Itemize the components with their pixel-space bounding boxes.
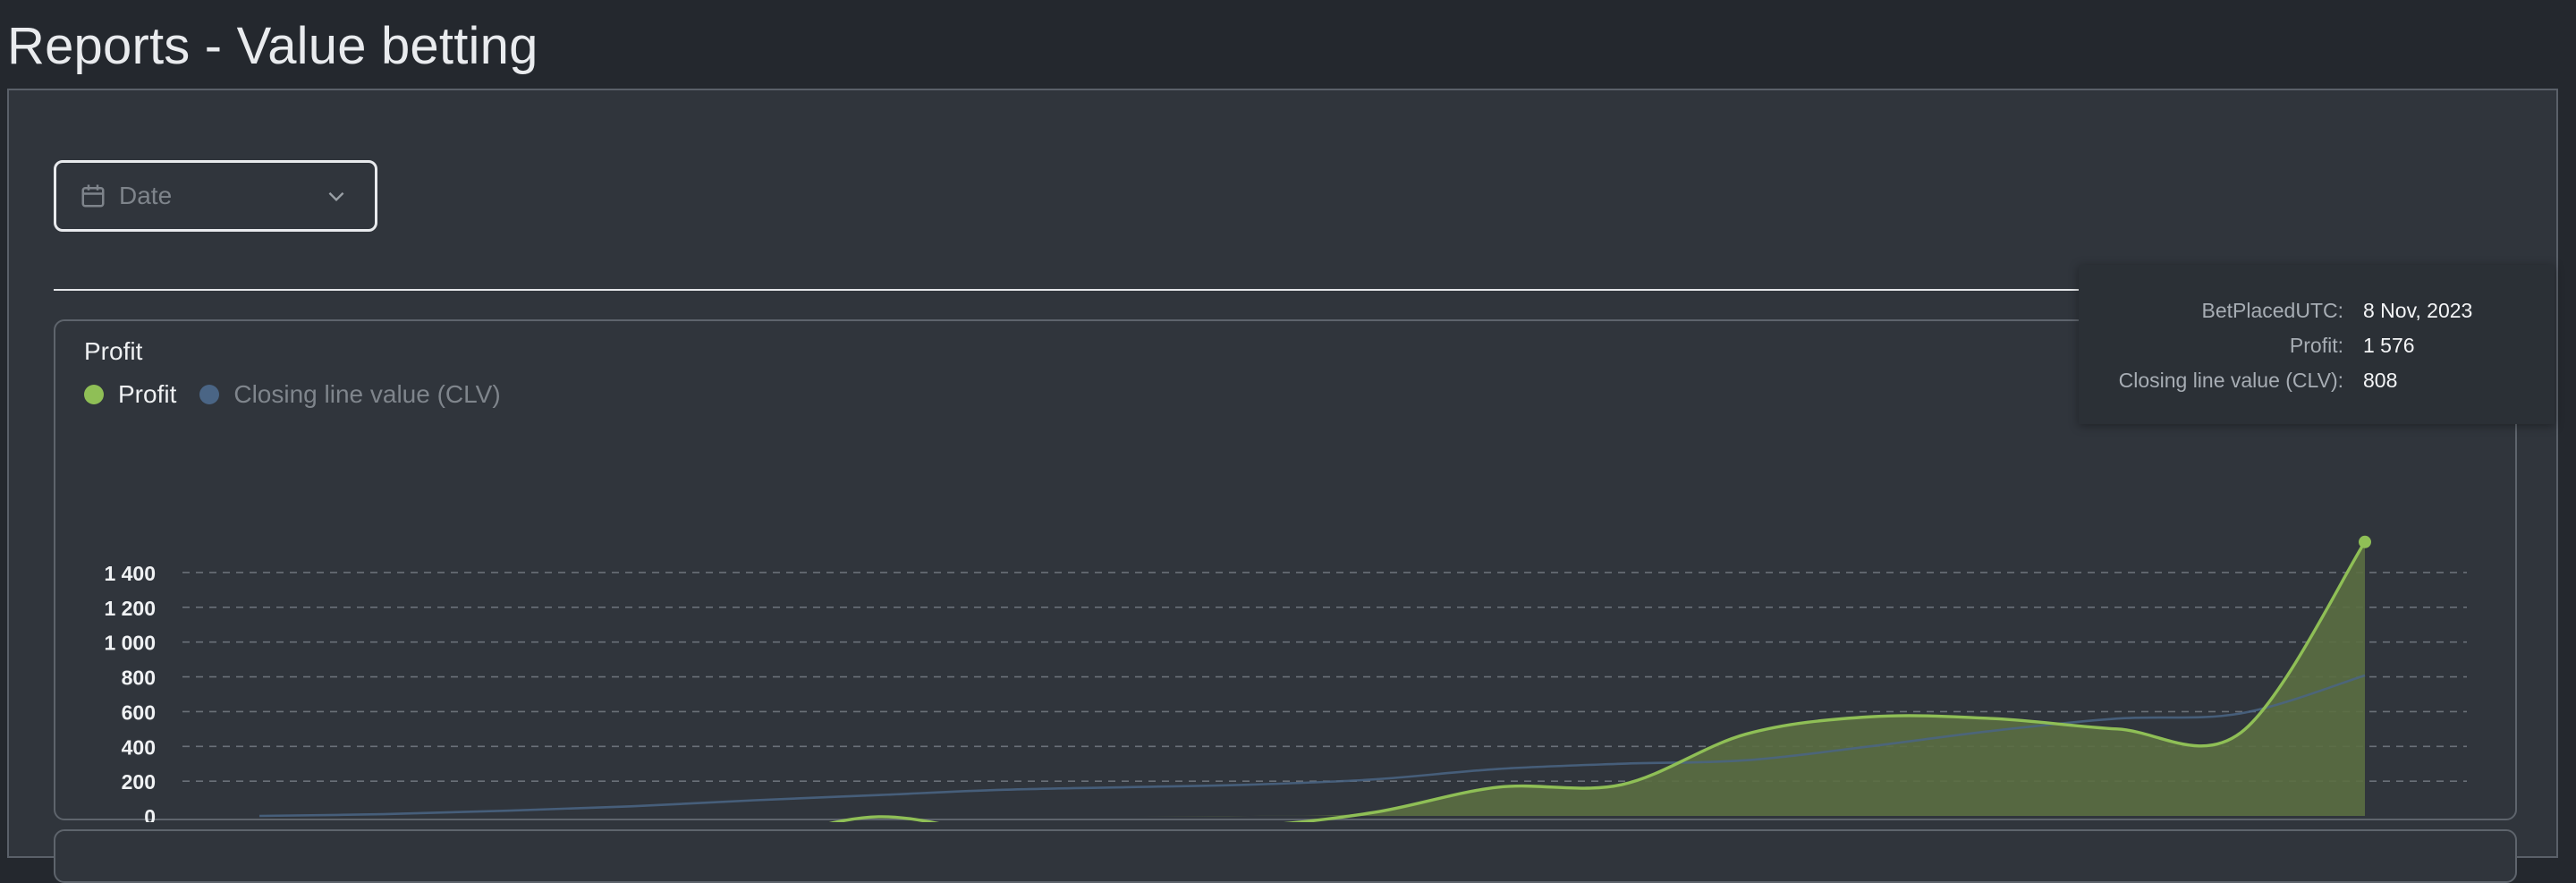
profit-area <box>259 541 2365 817</box>
legend-dot-profit <box>84 385 104 404</box>
y-tick-label: 800 <box>122 666 156 690</box>
calendar-icon <box>81 184 105 208</box>
legend-label-profit: Profit <box>118 380 177 408</box>
date-filter-dropdown[interactable]: Date <box>54 160 377 232</box>
chart-tooltip: BetPlacedUTC: 8 Nov, 2023 Profit: 1 576 … <box>2079 265 2555 424</box>
section-divider <box>54 289 2082 291</box>
tooltip-key: BetPlacedUTC: <box>2201 299 2343 322</box>
chart-title: Profit <box>84 337 143 365</box>
tooltip-row: Profit: 1 576 <box>2079 328 2555 363</box>
page-title: Reports - Value betting <box>7 17 538 75</box>
tooltip-key: Closing line value (CLV): <box>2118 369 2343 392</box>
profit-point <box>2359 535 2371 548</box>
tooltip-row: Closing line value (CLV): 808 <box>2079 363 2555 398</box>
legend-dot-clv <box>199 385 220 404</box>
y-tick-label: 0 <box>144 805 156 822</box>
date-filter-label: Date <box>119 182 173 209</box>
y-tick-label: 1 000 <box>104 632 156 655</box>
next-report-card <box>54 829 2517 883</box>
legend-label-clv: Closing line value (CLV) <box>233 380 501 408</box>
y-tick-label: 200 <box>122 770 156 794</box>
legend-item-clv[interactable]: Closing line value (CLV) <box>199 380 501 409</box>
tooltip-key: Profit: <box>2289 334 2343 357</box>
y-tick-label: 400 <box>122 735 156 759</box>
tooltip-value: 1 576 <box>2363 334 2415 357</box>
tooltip-value: 808 <box>2363 369 2398 392</box>
tooltip-row: BetPlacedUTC: 8 Nov, 2023 <box>2079 293 2555 328</box>
report-panel: Date 02004006008001 0001 2001 40023 Oct,… <box>7 89 2558 883</box>
y-tick-label: 1 400 <box>104 562 156 585</box>
legend-item-profit[interactable]: Profit <box>84 380 176 409</box>
chart-legend: Profit Closing line value (CLV) <box>84 380 524 409</box>
tooltip-value: 8 Nov, 2023 <box>2363 299 2473 322</box>
y-tick-label: 600 <box>122 700 156 724</box>
y-tick-label: 1 200 <box>104 597 156 620</box>
chevron-down-icon <box>328 191 344 202</box>
